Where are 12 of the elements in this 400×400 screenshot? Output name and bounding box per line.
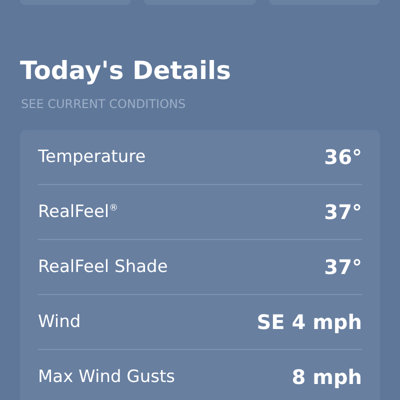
detail-value: 36°: [324, 145, 362, 169]
detail-label: Max Wind Gusts: [38, 367, 176, 387]
see-current-conditions-link[interactable]: SEE CURRENT CONDITIONS: [21, 96, 400, 112]
section-title: Today's Details: [20, 55, 232, 87]
detail-label: RealFeel Shade: [38, 257, 168, 277]
detail-label: RealFeel$^{®}$: [38, 202, 118, 222]
detail-label: Wind: [38, 312, 81, 332]
detail-value: 37°: [324, 200, 362, 224]
detail-value: 37°: [324, 255, 362, 279]
detail-value: 8 mph: [292, 365, 362, 389]
detail-label: Temperature: [38, 147, 146, 167]
detail-value: SE 4 mph: [256, 310, 362, 334]
